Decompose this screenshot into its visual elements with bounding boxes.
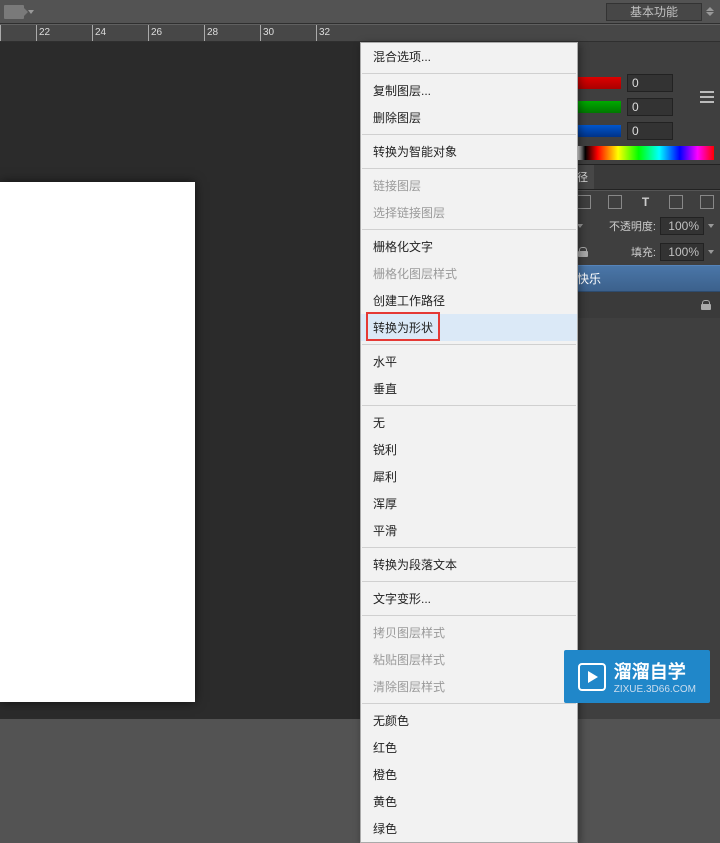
- ruler-tick: [0, 25, 3, 42]
- ruler-tick: 24: [92, 25, 106, 42]
- blue-swatch-icon[interactable]: [577, 125, 621, 137]
- top-toolbar: 基本功能: [0, 0, 720, 24]
- layer-item[interactable]: 快乐: [571, 265, 720, 292]
- watermark-title: 溜溜自学: [614, 658, 696, 684]
- context-menu: 混合选项... 复制图层...删除图层转换为智能对象链接图层选择链接图层栅格化文字…: [360, 42, 578, 843]
- green-swatch-icon[interactable]: [577, 101, 621, 113]
- menu-item[interactable]: 删除图层: [361, 104, 577, 131]
- document-canvas[interactable]: [0, 182, 195, 702]
- opacity-row: 不透明度: 100%: [571, 213, 720, 239]
- workspace-arrows-icon[interactable]: [704, 7, 716, 16]
- menu-item[interactable]: 红色: [361, 734, 577, 761]
- menu-item[interactable]: 转换为段落文本: [361, 551, 577, 578]
- ruler-tick: 32: [316, 25, 330, 42]
- lock-icon[interactable]: [577, 246, 589, 258]
- color-row-b: [577, 122, 714, 140]
- layer-lock-icon: [700, 299, 712, 311]
- ruler-tick: 22: [36, 25, 50, 42]
- menu-item[interactable]: 转换为形状: [361, 314, 577, 341]
- green-value-input[interactable]: [627, 98, 673, 116]
- camera-dropdown-icon[interactable]: [28, 10, 34, 14]
- menu-item[interactable]: 创建工作路径: [361, 287, 577, 314]
- layer-filter-icons: T: [571, 190, 720, 213]
- watermark: 溜溜自学 ZIXUE.3D66.COM: [564, 650, 710, 703]
- menu-item[interactable]: 浑厚: [361, 490, 577, 517]
- layer-background-row[interactable]: [571, 292, 720, 318]
- play-icon: [578, 663, 606, 691]
- menu-item: 链接图层: [361, 172, 577, 199]
- ruler-tick: 26: [148, 25, 162, 42]
- opacity-value[interactable]: 100%: [660, 217, 704, 235]
- filter-adjust-icon[interactable]: [608, 195, 622, 209]
- menu-item[interactable]: 锐利: [361, 436, 577, 463]
- menu-item[interactable]: 垂直: [361, 375, 577, 402]
- menu-item[interactable]: 绿色: [361, 815, 577, 842]
- menu-separator: [362, 134, 576, 135]
- filter-shape-icon[interactable]: [669, 195, 683, 209]
- filter-image-icon[interactable]: [577, 195, 591, 209]
- ruler-tick: 30: [260, 25, 274, 42]
- menu-item: 栅格化图层样式: [361, 260, 577, 287]
- menu-separator: [362, 547, 576, 548]
- blue-value-input[interactable]: [627, 122, 673, 140]
- workspace-label: 基本功能: [630, 3, 678, 20]
- watermark-sub: ZIXUE.3D66.COM: [614, 684, 696, 695]
- menu-item[interactable]: 水平: [361, 348, 577, 375]
- opacity-label: 不透明度:: [609, 218, 656, 234]
- menu-item[interactable]: 转换为智能对象: [361, 138, 577, 165]
- opacity-stepper-icon[interactable]: [708, 224, 714, 228]
- red-swatch-icon[interactable]: [577, 77, 621, 89]
- workspace-selector[interactable]: 基本功能: [606, 3, 702, 21]
- fill-label: 填充:: [631, 244, 656, 260]
- menu-item[interactable]: 栅格化文字: [361, 233, 577, 260]
- menu-item[interactable]: 橙色: [361, 761, 577, 788]
- ruler-tick: 28: [204, 25, 218, 42]
- menu-separator: [362, 344, 576, 345]
- menu-separator: [362, 168, 576, 169]
- filter-smart-icon[interactable]: [700, 195, 714, 209]
- menu-separator: [362, 73, 576, 74]
- menu-separator: [362, 703, 576, 704]
- fill-stepper-icon[interactable]: [708, 250, 714, 254]
- menu-item: 粘贴图层样式: [361, 646, 577, 673]
- red-value-input[interactable]: [627, 74, 673, 92]
- menu-item: 选择链接图层: [361, 199, 577, 226]
- filter-text-icon[interactable]: T: [639, 195, 653, 209]
- menu-separator: [362, 405, 576, 406]
- menu-item: 拷贝图层样式: [361, 619, 577, 646]
- fill-value[interactable]: 100%: [660, 243, 704, 261]
- menu-item[interactable]: 无颜色: [361, 707, 577, 734]
- right-panels: 径 T 不透明度: 100% 填充: 100% 快乐: [570, 42, 720, 719]
- fill-row: 填充: 100%: [571, 239, 720, 265]
- menu-item[interactable]: 混合选项...: [361, 43, 577, 70]
- horizontal-ruler: 22 24 26 28 30 32: [0, 24, 720, 42]
- menu-item[interactable]: 文字变形...: [361, 585, 577, 612]
- menu-separator: [362, 615, 576, 616]
- layers-panel-tabs: 径: [571, 165, 720, 190]
- color-row-r: [577, 74, 714, 92]
- menu-item[interactable]: 黄色: [361, 788, 577, 815]
- menu-item[interactable]: 复制图层...: [361, 77, 577, 104]
- camera-icon[interactable]: [4, 5, 24, 19]
- menu-separator: [362, 581, 576, 582]
- color-spectrum[interactable]: [577, 146, 714, 160]
- menu-separator: [362, 229, 576, 230]
- menu-item[interactable]: 无: [361, 409, 577, 436]
- panel-menu-icon[interactable]: [698, 90, 716, 104]
- menu-item[interactable]: 犀利: [361, 463, 577, 490]
- color-row-g: [577, 98, 714, 116]
- menu-item: 清除图层样式: [361, 673, 577, 700]
- layer-name: 快乐: [577, 270, 601, 287]
- menu-item[interactable]: 平滑: [361, 517, 577, 544]
